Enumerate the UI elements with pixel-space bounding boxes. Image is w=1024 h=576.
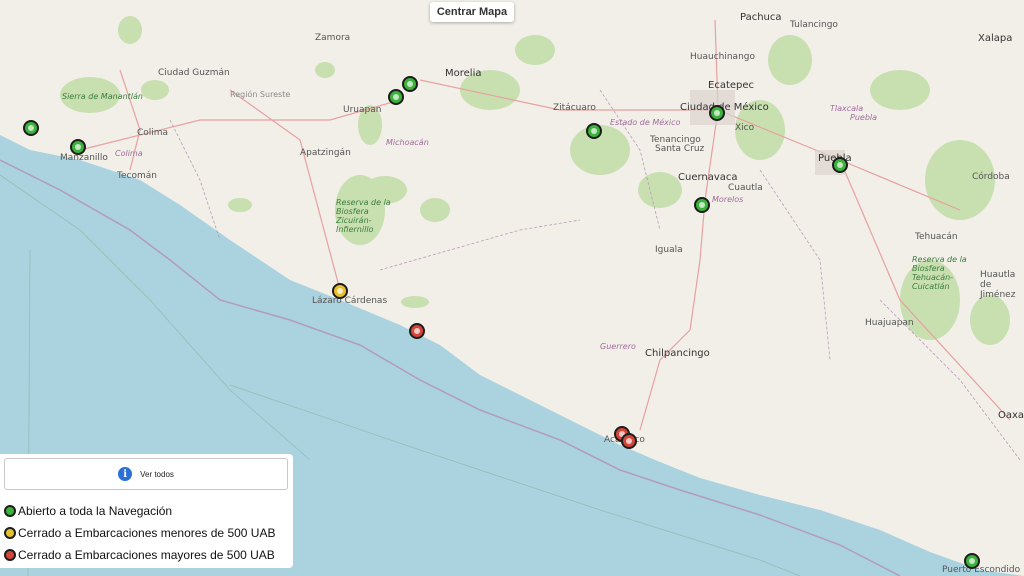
label-cuautla: Cuautla [728, 183, 763, 193]
label-lazaro-cardenas: Lázaro Cárdenas [312, 296, 388, 306]
legend-item-closed-large: Cerrado a Embarcaciones mayores de 500 U… [4, 544, 289, 566]
label-michoacan: Michoacán [386, 138, 429, 147]
marker-acapulco-2[interactable] [621, 433, 637, 449]
label-colima: Colima [137, 128, 169, 138]
label-colima-state: Colima [115, 149, 143, 158]
label-estado-mexico: Estado de México [610, 118, 681, 127]
marker-manzanillo[interactable] [70, 139, 86, 155]
marker-ciudad-mexico[interactable] [709, 105, 725, 121]
legend-label-closed-large: Cerrado a Embarcaciones mayores de 500 U… [18, 548, 275, 562]
label-sierra-manantlan: Sierra de Manantlán [62, 92, 143, 101]
label-apatzingan: Apatzingán [300, 148, 351, 158]
label-cordoba: Córdoba [972, 172, 1010, 182]
map-canvas[interactable]: Pachuca Tulancingo Zamora Morelia Ciudad… [0, 0, 1024, 576]
label-huajuapan: Huajuapan [865, 318, 914, 328]
label-pachuca: Pachuca [740, 12, 782, 23]
label-cuernavaca: Cuernavaca [678, 172, 738, 183]
legend-label-closed-small: Cerrado a Embarcaciones menores de 500 U… [18, 526, 276, 540]
marker-coast-guerrero[interactable] [409, 323, 425, 339]
label-reserva-infiernillo: Reserva de la Biosfera Zicuirán-Infierni… [336, 198, 391, 234]
label-reserva-tehuacan: Reserva de la Biosfera Tehuacán-Cuicatlá… [912, 255, 967, 291]
label-uruapan: Uruapan [343, 105, 382, 115]
label-ecatepec: Ecatepec [708, 80, 755, 91]
label-ciudad-guzman: Ciudad Guzmán [158, 68, 230, 78]
label-morelia: Morelia [445, 68, 482, 79]
view-all-label: Ver todos [140, 469, 174, 479]
label-tlaxcala: Tlaxcala [830, 104, 864, 113]
center-map-button[interactable]: Centrar Mapa [430, 2, 514, 22]
legend-label-open: Abierto a toda la Navegación [18, 504, 173, 518]
marker-morelia-1[interactable] [402, 76, 418, 92]
label-morelos: Morelos [712, 195, 744, 204]
marker-morelia-2[interactable] [388, 89, 404, 105]
label-zamora: Zamora [315, 33, 351, 43]
label-santa-cruz: Santa Cruz [655, 144, 705, 154]
marker-manzanillo-north[interactable] [23, 120, 39, 136]
info-icon: i [118, 467, 133, 481]
label-tulancingo: Tulancingo [790, 20, 838, 30]
yellow-status-icon [4, 527, 16, 539]
label-tehuacan: Tehuacán [915, 232, 958, 242]
label-guerrero: Guerrero [600, 342, 636, 351]
label-iguala: Iguala [655, 245, 683, 255]
legend-panel: i Ver todos Abierto a toda la Navegación… [0, 454, 293, 568]
view-all-button[interactable]: i Ver todos [4, 458, 288, 490]
label-huejutla: Huauchinango [690, 52, 755, 62]
label-puebla-state: Puebla [850, 113, 878, 122]
label-tecoman: Tecomán [117, 171, 157, 181]
label-manzanillo: Manzanillo [60, 153, 108, 163]
legend-item-closed-small: Cerrado a Embarcaciones menores de 500 U… [4, 522, 289, 544]
label-xico: Xico [735, 123, 755, 133]
red-status-icon [4, 549, 16, 561]
marker-puebla[interactable] [832, 157, 848, 173]
marker-cuernavaca[interactable] [694, 197, 710, 213]
label-xalapa: Xalapa [978, 33, 1013, 44]
label-huautla: Huautla de Jiménez [980, 270, 1016, 300]
marker-estado-mexico[interactable] [586, 123, 602, 139]
green-status-icon [4, 505, 16, 517]
label-chilpancingo: Chilpancingo [645, 348, 710, 359]
label-region-sureste: Región Sureste [230, 90, 291, 99]
marker-puerto-escondido[interactable] [964, 553, 980, 569]
label-puerto-escondido: Puerto Escondido [942, 565, 1021, 575]
label-zitacuaro: Zitácuaro [553, 103, 596, 113]
marker-lazaro-cardenas[interactable] [332, 283, 348, 299]
label-oaxaca: Oaxaca [998, 410, 1024, 421]
legend-item-open: Abierto a toda la Navegación [4, 500, 289, 522]
